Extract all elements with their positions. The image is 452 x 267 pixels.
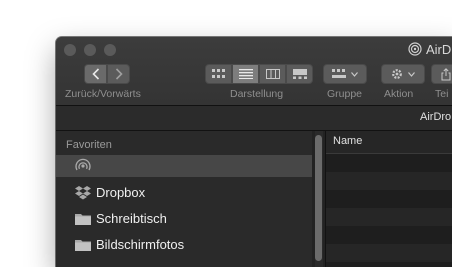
nav-button-group — [84, 64, 130, 84]
gear-icon — [392, 69, 402, 79]
action-button-wrap — [381, 64, 425, 84]
path-bar: AirDro — [56, 106, 452, 131]
group-button-wrap — [323, 64, 367, 84]
share-icon — [441, 67, 451, 80]
sidebar-item-label: Bildschirmfotos — [96, 237, 185, 252]
back-button[interactable] — [84, 64, 107, 84]
sidebar-item-airdrop[interactable] — [56, 155, 312, 177]
titlebar: AirDr Zurück/Vorwärts — [56, 37, 452, 106]
scrollbar-thumb[interactable] — [315, 135, 322, 261]
group-icon — [332, 69, 346, 78]
window-title-text: AirDr — [426, 41, 452, 57]
sidebar-scrollbar[interactable] — [315, 131, 323, 267]
icon-view-button[interactable] — [205, 64, 232, 84]
chevron-left-icon — [91, 68, 99, 80]
gallery-icon — [292, 69, 307, 79]
action-button[interactable] — [381, 64, 425, 84]
chevron-down-icon — [408, 71, 415, 77]
list-icon — [238, 69, 253, 79]
view-label: Darstellung — [230, 88, 284, 100]
airdrop-icon — [75, 158, 91, 171]
forward-button[interactable] — [107, 64, 130, 84]
column-view-button[interactable] — [259, 64, 286, 84]
share-button[interactable] — [431, 64, 452, 84]
view-segmented-control — [205, 64, 313, 84]
minimize-window-button[interactable] — [84, 44, 96, 56]
file-list: Name — [326, 131, 452, 267]
list-row — [326, 226, 452, 244]
zoom-window-button[interactable] — [104, 44, 116, 56]
list-row — [326, 244, 452, 262]
sidebar-item-label: Dropbox — [96, 185, 146, 200]
sidebar-item-label: Schreibtisch — [96, 211, 167, 226]
finder-window: AirDr Zurück/Vorwärts — [56, 37, 452, 267]
sidebar-item-dropbox[interactable]: Dropbox — [56, 182, 312, 204]
window-title: AirDr — [408, 41, 452, 57]
sidebar-item-bildschirmfotos[interactable]: Bildschirmfotos — [56, 234, 312, 256]
sidebar-item-schreibtisch[interactable]: Schreibtisch — [56, 208, 312, 230]
share-button-wrap — [431, 64, 452, 84]
name-column-header[interactable]: Name — [326, 131, 452, 154]
path-title: AirDro — [420, 111, 452, 123]
sidebar: Favoriten Dropbox Schreibtisch Bildschir… — [56, 131, 312, 267]
columns-icon — [265, 69, 280, 79]
list-view-button[interactable] — [232, 64, 259, 84]
chevron-right-icon — [115, 68, 123, 80]
gallery-view-button[interactable] — [286, 64, 313, 84]
folder-icon — [75, 240, 91, 251]
nav-label: Zurück/Vorwärts — [65, 88, 141, 100]
group-button[interactable] — [323, 64, 367, 84]
group-label: Gruppe — [327, 88, 363, 100]
grid-icon — [211, 69, 225, 78]
column-header-label: Name — [333, 135, 363, 147]
favorites-heading: Favoriten — [66, 139, 112, 151]
action-label: Aktion — [384, 88, 414, 100]
folder-icon — [75, 214, 91, 225]
list-row — [326, 208, 452, 226]
list-row — [326, 172, 452, 190]
dropbox-icon — [75, 186, 91, 200]
airdrop-icon — [408, 42, 422, 56]
chevron-down-icon — [351, 71, 358, 77]
close-window-button[interactable] — [64, 44, 76, 56]
share-label: Tei — [435, 88, 449, 100]
list-row — [326, 190, 452, 208]
list-row — [326, 154, 452, 172]
